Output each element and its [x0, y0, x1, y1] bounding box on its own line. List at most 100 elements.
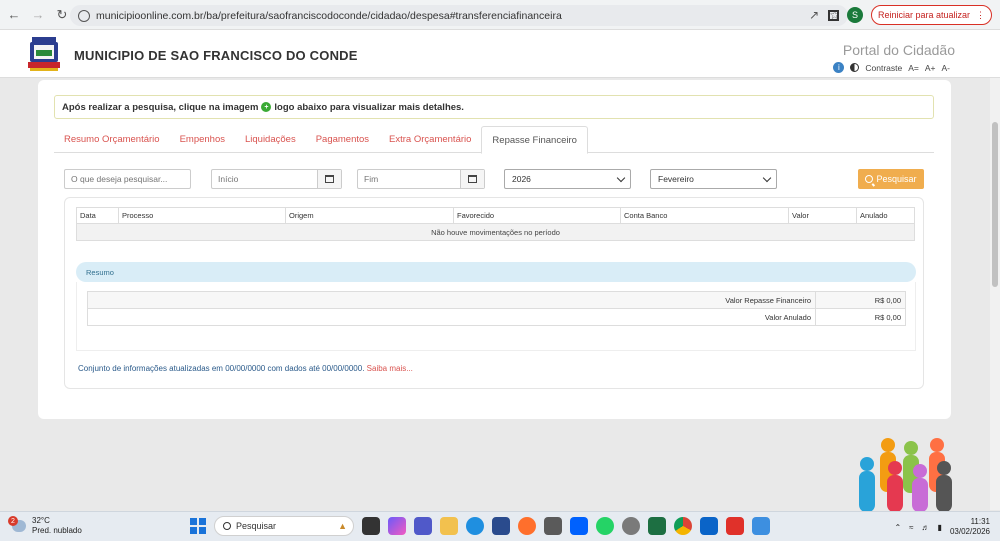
search-button-label: Pesquisar: [876, 174, 917, 184]
accessibility-bar: i Contraste A= A+ A-: [833, 62, 950, 73]
settings-gear-icon[interactable]: [622, 517, 640, 535]
chevron-down-icon: [762, 173, 772, 183]
page-scrollbar[interactable]: [990, 78, 1000, 510]
table-row: Não houve movimentações no período: [76, 223, 915, 241]
contrast-link[interactable]: Contraste: [865, 63, 902, 73]
profile-avatar[interactable]: S: [846, 7, 863, 23]
start-date-calendar-button[interactable]: [317, 170, 341, 188]
battery-icon[interactable]: ▮: [938, 523, 942, 532]
search-icon: [223, 522, 231, 530]
scrollbar-thumb[interactable]: [992, 122, 998, 287]
month-select[interactable]: Fevereiro: [650, 169, 777, 189]
font-decrease-button[interactable]: A-: [942, 63, 951, 73]
windows-start-icon[interactable]: [190, 518, 206, 534]
address-url[interactable]: municipioonline.com.br/ba/prefeitura/sao…: [96, 10, 562, 22]
weather-widget[interactable]: 2 32°C Pred. nublado: [8, 516, 82, 536]
restart-to-update-button[interactable]: Reiniciar para atualizar ⋮: [870, 5, 992, 25]
column-header-anulado[interactable]: Anulado: [856, 207, 915, 224]
teams-icon[interactable]: [414, 517, 432, 535]
edge-icon[interactable]: [466, 517, 484, 535]
volume-icon[interactable]: ♬: [922, 523, 930, 532]
task-view-icon[interactable]: [362, 517, 380, 535]
year-select[interactable]: 2026: [504, 169, 631, 189]
photos-icon[interactable]: [752, 517, 770, 535]
whatsapp-icon[interactable]: [596, 517, 614, 535]
learn-more-link[interactable]: Saiba mais...: [367, 364, 413, 373]
address-bar[interactable]: municipioonline.com.br/ba/prefeitura/sao…: [70, 5, 848, 26]
window-app-icon[interactable]: [544, 517, 562, 535]
column-header-origem[interactable]: Origem: [285, 207, 454, 224]
tab-empenhos[interactable]: Empenhos: [170, 126, 235, 153]
end-date-wrapper[interactable]: [357, 169, 485, 189]
anydesk-icon[interactable]: [726, 517, 744, 535]
update-info-note: Conjunto de informações atualizadas em 0…: [78, 364, 413, 373]
reload-icon[interactable]: ↻: [52, 5, 72, 25]
transfers-table: Data Processo Origem Favorecido Conta Ba…: [76, 207, 915, 241]
clock-date: 03/02/2026: [949, 527, 990, 536]
column-header-conta-banco[interactable]: Conta Banco: [620, 207, 789, 224]
tab-resumo-orcamentario[interactable]: Resumo Orçamentário: [54, 126, 170, 153]
wifi-icon[interactable]: ≈: [909, 523, 913, 532]
system-clock[interactable]: 11:31 03/02/2026: [950, 517, 990, 537]
font-increase-button[interactable]: A+: [925, 63, 936, 73]
weather-condition: Pred. nublado: [32, 526, 82, 535]
copilot-icon[interactable]: [388, 517, 406, 535]
chevron-up-icon[interactable]: ⌃: [894, 523, 901, 532]
font-normal-button[interactable]: A=: [908, 63, 919, 73]
year-select-value: 2026: [512, 174, 531, 184]
share-icon[interactable]: ↗: [809, 8, 819, 22]
column-header-processo[interactable]: Processo: [118, 207, 286, 224]
chrome-icon[interactable]: [674, 517, 692, 535]
back-icon[interactable]: ←: [4, 5, 24, 25]
start-date-wrapper[interactable]: [211, 169, 342, 189]
system-tray: ⌃ ≈ ♬ ▮ 11:31 03/02/2026: [894, 517, 990, 537]
table-header-row: Data Processo Origem Favorecido Conta Ba…: [76, 207, 915, 224]
summary-value: R$ 0,00: [815, 291, 906, 309]
firefox-icon[interactable]: [518, 517, 536, 535]
tab-pagamentos[interactable]: Pagamentos: [306, 126, 379, 153]
taskbar-apps: Pesquisar ▲: [190, 516, 770, 536]
file-explorer-icon[interactable]: [440, 517, 458, 535]
dropbox-icon[interactable]: [570, 517, 588, 535]
summary-header: Resumo: [76, 262, 916, 282]
municipal-crest-logo[interactable]: [26, 35, 62, 73]
notice-text-after: logo abaixo para visualizar mais detalhe…: [274, 101, 464, 113]
search-button[interactable]: Pesquisar: [858, 169, 924, 189]
summary-value: R$ 0,00: [815, 308, 906, 326]
column-header-valor[interactable]: Valor: [788, 207, 857, 224]
start-date-input[interactable]: [218, 174, 313, 184]
store-icon[interactable]: [492, 517, 510, 535]
excel-icon[interactable]: [648, 517, 666, 535]
more-menu-icon[interactable]: ⋮: [976, 10, 985, 21]
column-header-data[interactable]: Data: [76, 207, 119, 224]
chevron-down-icon: [616, 173, 626, 183]
main-panel: Após realizar a pesquisa, clique na imag…: [38, 80, 951, 419]
site-info-icon[interactable]: [78, 9, 90, 22]
side-panel-icon[interactable]: [827, 9, 839, 21]
search-input[interactable]: [71, 174, 190, 184]
calendar-icon: [325, 175, 334, 183]
site-header: MUNICIPIO DE SAO FRANCISCO DO CONDE Port…: [0, 30, 1000, 78]
cloud-icon: 2: [8, 516, 26, 532]
end-date-input[interactable]: [364, 174, 459, 184]
search-highlight-icon: ▲: [338, 521, 347, 531]
taskbar-search-box[interactable]: Pesquisar ▲: [214, 516, 354, 536]
forward-icon[interactable]: →: [28, 5, 48, 25]
browser-toolbar: ← → ↻ municipioonline.com.br/ba/prefeitu…: [0, 0, 1000, 30]
end-date-calendar-button[interactable]: [460, 170, 484, 188]
search-input-wrapper[interactable]: [64, 169, 191, 189]
tab-extra-orcamentario[interactable]: Extra Orçamentário: [379, 126, 481, 153]
temperature: 32°C: [32, 516, 50, 525]
windows-taskbar: 2 32°C Pred. nublado Pesquisar ▲ ⌃ ≈ ♬ ▮…: [0, 511, 1000, 541]
tab-repasse-financeiro[interactable]: Repasse Financeiro: [481, 126, 588, 154]
column-header-favorecido[interactable]: Favorecido: [453, 207, 621, 224]
outlook-icon[interactable]: [700, 517, 718, 535]
tab-liquidacoes[interactable]: Liquidações: [235, 126, 306, 153]
calendar-icon: [468, 175, 477, 183]
contrast-icon[interactable]: [850, 63, 860, 72]
accessibility-info-icon[interactable]: i: [833, 62, 845, 73]
clock-time: 11:31: [970, 517, 990, 526]
person-figures: [859, 438, 952, 512]
update-info-text: Conjunto de informações atualizadas em 0…: [78, 364, 365, 373]
people-group-icon[interactable]: [850, 432, 965, 512]
